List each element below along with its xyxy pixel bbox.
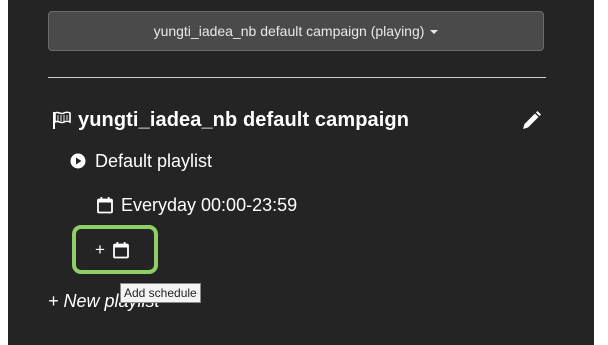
play-circle-icon: [70, 153, 86, 169]
add-schedule-plus: +: [95, 239, 105, 259]
campaign-selector-dropdown[interactable]: yungti_iadea_nb default campaign (playin…: [48, 11, 544, 51]
campaign-title: yungti_iadea_nb default campaign: [78, 108, 410, 131]
caret-down-icon: [430, 30, 439, 34]
screenshot-frame: yungti_iadea_nb default campaign (playin…: [0, 0, 608, 345]
add-schedule-tooltip: Add schedule: [120, 283, 201, 303]
campaign-header: yungti_iadea_nb default campaign: [50, 106, 550, 134]
playlist-item[interactable]: Default playlist: [70, 148, 212, 174]
calendar-icon: [97, 197, 113, 214]
schedule-item[interactable]: Everyday 00:00-23:59: [96, 192, 297, 218]
add-schedule-button[interactable]: +: [72, 225, 158, 274]
pencil-icon: [523, 111, 541, 129]
edit-campaign-button[interactable]: [519, 109, 543, 133]
schedule-label: Everyday 00:00-23:59: [121, 194, 298, 215]
flag-icon: [53, 111, 71, 129]
divider: [48, 77, 546, 78]
playlist-name: Default playlist: [95, 150, 213, 171]
calendar-icon: [113, 241, 129, 258]
campaign-selector-label: yungti_iadea_nb default campaign (playin…: [153, 23, 425, 39]
